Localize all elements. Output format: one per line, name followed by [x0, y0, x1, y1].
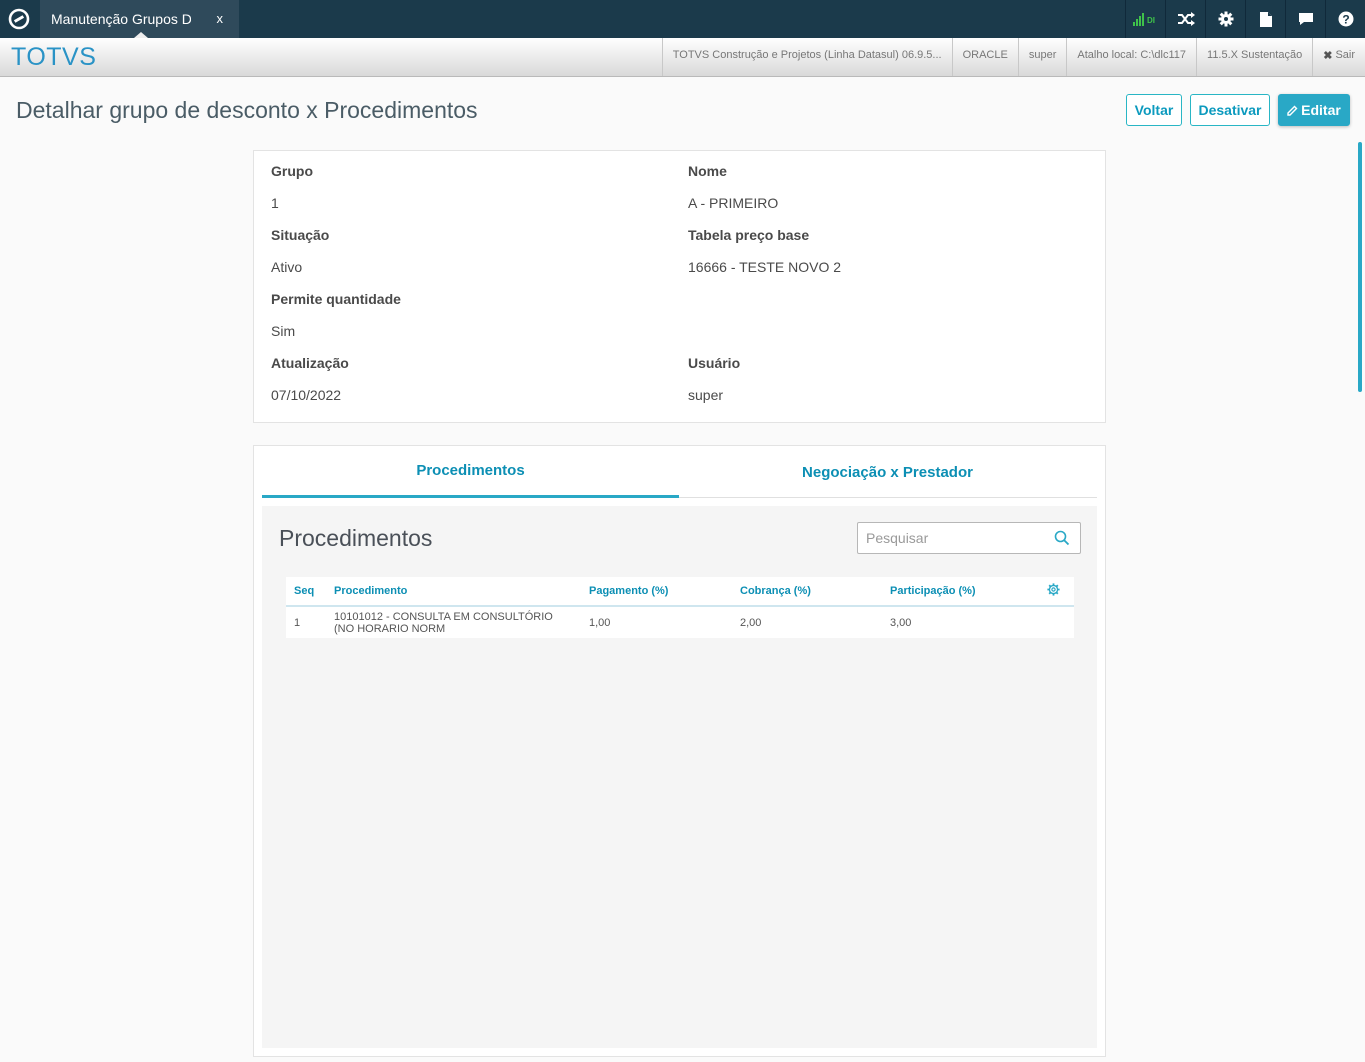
details-card: Grupo 1 Nome A - PRIMEIRO Situação Ativo… — [253, 150, 1106, 423]
settings-gear-icon[interactable] — [1046, 583, 1060, 596]
cell-cobranca: 2,00 — [740, 616, 762, 629]
tab-procedimentos[interactable]: Procedimentos — [262, 446, 679, 498]
tab-title: Manutenção Grupos D — [51, 11, 191, 27]
svg-text:?: ? — [1342, 13, 1349, 27]
nome-label: Nome — [688, 163, 727, 179]
search-input[interactable] — [858, 523, 1038, 553]
atualizacao-label: Atualização — [271, 355, 349, 371]
cell-procedimento-line1: 10101012 - CONSULTA EM CONSULTÓRIO — [334, 610, 553, 623]
pencil-icon — [1287, 105, 1298, 116]
permite-quantidade-value: Sim — [271, 323, 296, 339]
column-settings[interactable] — [1032, 577, 1074, 607]
info-product: TOTVS Construção e Projetos (Linha Datas… — [661, 38, 952, 76]
search-box — [857, 522, 1081, 554]
close-icon: ✖ — [1323, 50, 1333, 62]
info-version: 11.5.X Sustentação — [1196, 38, 1312, 76]
edit-button[interactable]: Editar — [1278, 94, 1350, 126]
grupo-value: 1 — [271, 195, 279, 211]
info-user: super — [1017, 38, 1067, 76]
signal-label: DI — [1147, 16, 1155, 25]
column-header-procedimento[interactable]: Procedimento — [326, 577, 581, 607]
column-header-seq[interactable]: Seq — [286, 577, 326, 607]
tabela-preco-label: Tabela preço base — [688, 227, 810, 243]
permite-quantidade-label: Permite quantidade — [271, 291, 401, 307]
atualizacao-value: 07/10/2022 — [271, 387, 342, 403]
tabs-card: Procedimentos Negociação x Prestador Pro… — [253, 445, 1106, 1057]
table-row[interactable]: 1 10101012 - CONSULTA EM CONSULTÓRIO (NO… — [286, 606, 1074, 638]
situacao-value: Ativo — [271, 259, 303, 275]
document-icon[interactable] — [1245, 0, 1285, 38]
page-scrollbar[interactable] — [1358, 142, 1362, 392]
totvs-logo-icon[interactable] — [0, 0, 38, 38]
grupo-label: Grupo — [271, 163, 313, 179]
cell-empty — [1032, 606, 1074, 638]
logout-button[interactable]: ✖ Sair — [1312, 38, 1365, 76]
info-database: ORACLE — [951, 38, 1018, 76]
procedimentos-panel: Procedimentos Seq Procedimento Pagamento… — [262, 506, 1097, 1048]
usuario-label: Usuário — [688, 355, 741, 371]
edit-label: Editar — [1301, 102, 1341, 118]
page-title: Detalhar grupo de desconto x Procediment… — [16, 97, 478, 123]
info-items: TOTVS Construção e Projetos (Linha Datas… — [661, 38, 1365, 76]
info-bar: TOTVS TOTVS Construção e Projetos (Linha… — [0, 38, 1365, 77]
column-header-participacao[interactable]: Participação (%) — [882, 577, 1032, 607]
cell-procedimento-line2: (NO HORARIO NORM — [334, 622, 446, 635]
nome-value: A - PRIMEIRO — [688, 195, 779, 211]
tab-negociacao-prestador[interactable]: Negociação x Prestador — [679, 446, 1096, 498]
tabela-preco-value: 16666 - TESTE NOVO 2 — [688, 259, 842, 275]
back-button[interactable]: Voltar — [1126, 94, 1182, 126]
signal-icon[interactable]: DI — [1125, 0, 1165, 38]
table-header-row: Seq Procedimento Pagamento (%) Cobrança … — [286, 577, 1074, 607]
tab-manutencao-grupos[interactable]: Manutenção Grupos D x — [40, 0, 239, 38]
top-bar: Manutenção Grupos D x DI ? — [0, 0, 1365, 38]
procedimentos-table: Seq Procedimento Pagamento (%) Cobrança … — [286, 577, 1074, 638]
search-icon[interactable] — [1054, 530, 1070, 546]
top-icons: DI ? — [1125, 0, 1365, 38]
cell-procedimento: 10101012 - CONSULTA EM CONSULTÓRIO (NO H… — [326, 606, 581, 638]
cell-seq: 1 — [294, 616, 301, 629]
logout-label: Sair — [1335, 49, 1355, 61]
tab-bar: Procedimentos Negociação x Prestador — [262, 446, 1097, 498]
column-header-pagamento[interactable]: Pagamento (%) — [581, 577, 732, 607]
procedimentos-title: Procedimentos — [279, 525, 433, 551]
gear-icon[interactable] — [1205, 0, 1245, 38]
tab-close-icon[interactable]: x — [217, 11, 224, 26]
cell-participacao: 3,00 — [890, 616, 912, 629]
situacao-label: Situação — [271, 227, 330, 243]
chat-icon[interactable] — [1285, 0, 1325, 38]
column-header-cobranca[interactable]: Cobrança (%) — [732, 577, 882, 607]
brand-title: TOTVS — [11, 43, 97, 71]
cell-pagamento: 1,00 — [589, 616, 611, 629]
deactivate-button[interactable]: Desativar — [1190, 94, 1270, 126]
shuffle-icon[interactable] — [1165, 0, 1205, 38]
usuario-value: super — [688, 387, 724, 403]
help-icon[interactable]: ? — [1325, 0, 1365, 38]
info-shortcut: Atalho local: C:\dlc117 — [1066, 38, 1196, 76]
